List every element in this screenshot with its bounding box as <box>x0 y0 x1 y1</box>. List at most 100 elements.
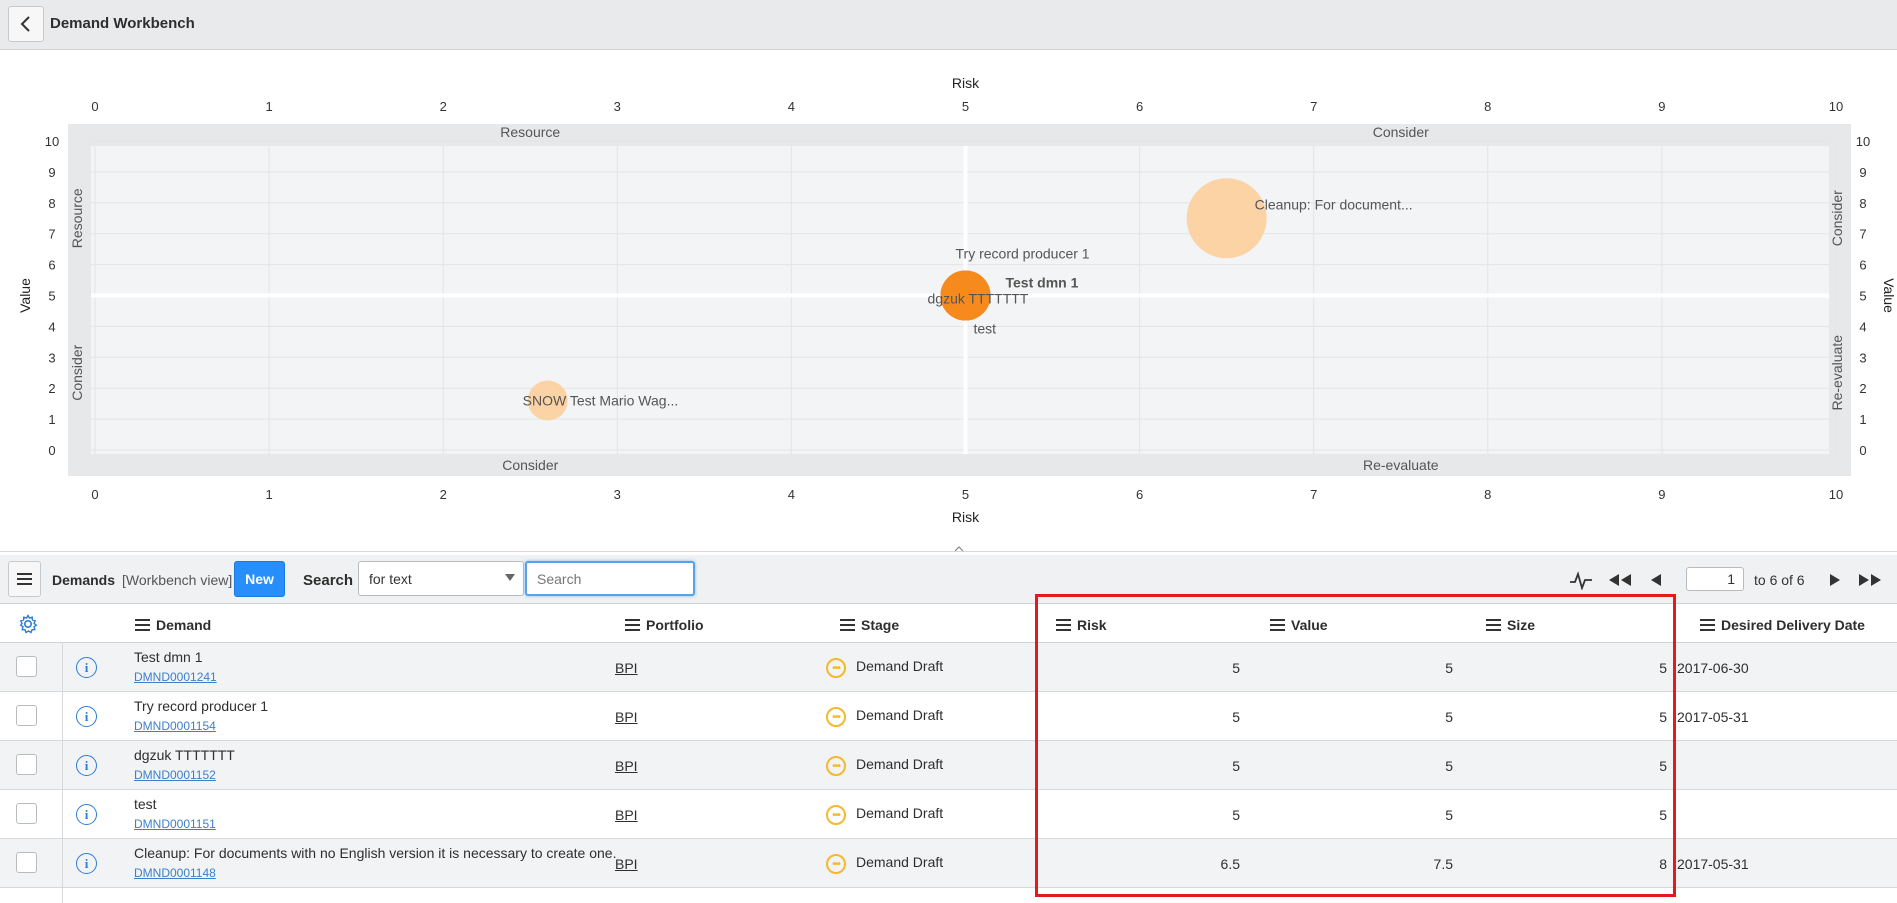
x-tick-label-top: 6 <box>1136 99 1143 114</box>
stage-pending-icon: ••• <box>826 805 846 825</box>
bubble <box>1186 178 1267 259</box>
stage-pending-icon: ••• <box>826 756 846 776</box>
info-icon[interactable]: i <box>76 804 97 825</box>
size-cell: 5 <box>1659 660 1667 676</box>
column-desired-delivery-date[interactable]: Desired Delivery Date <box>1700 617 1865 633</box>
x-tick-label-top: 0 <box>91 99 98 114</box>
y-tick-label-right: 4 <box>1859 319 1866 334</box>
column-menu-icon[interactable] <box>1700 619 1715 631</box>
page-number-input[interactable] <box>1686 567 1744 591</box>
info-icon[interactable]: i <box>76 853 97 874</box>
demand-number-link[interactable]: DMND0001154 <box>134 719 216 733</box>
previous-page-icon[interactable] <box>1648 570 1664 590</box>
info-icon[interactable]: i <box>76 657 97 678</box>
splitter-handle-icon[interactable] <box>954 545 964 552</box>
value-cell: 5 <box>1445 807 1453 823</box>
bubble-label: SNOW Test Mario Wag... <box>523 393 679 409</box>
y-axis-title-right: Value <box>1881 278 1897 313</box>
activity-stream-icon[interactable] <box>1568 570 1594 590</box>
size-cell: 5 <box>1659 709 1667 725</box>
bubble-label: Test dmn 1 <box>1006 275 1079 291</box>
last-page-icon[interactable] <box>1857 570 1883 590</box>
y-tick-label-right: 3 <box>1859 350 1866 365</box>
quadrant-label-bottom-right: Re-evaluate <box>1363 457 1439 473</box>
y-axis-title-left: Value <box>17 278 33 313</box>
column-size[interactable]: Size <box>1486 617 1535 633</box>
row-divider <box>62 643 63 903</box>
stage-text: Demand Draft <box>856 805 944 821</box>
column-menu-icon[interactable] <box>1486 619 1501 631</box>
next-page-icon[interactable] <box>1827 570 1843 590</box>
quadrant-label-bottom-left: Consider <box>502 457 558 473</box>
demand-name: Try record producer 1 <box>134 698 269 714</box>
table-row[interactable]: i Cleanup: For documents with no English… <box>0 839 1897 888</box>
y-tick-label-right: 8 <box>1859 196 1866 211</box>
portfolio-link[interactable]: BPI <box>615 856 638 872</box>
y-tick-label-left: 5 <box>48 289 55 304</box>
stage-text: Demand Draft <box>856 658 944 674</box>
value-cell: 5 <box>1445 758 1453 774</box>
portfolio-link[interactable]: BPI <box>615 807 638 823</box>
x-tick-label-top: 7 <box>1310 99 1317 114</box>
x-tick-label-top: 2 <box>440 99 447 114</box>
bubble-label: Cleanup: For document... <box>1255 196 1413 212</box>
table-row[interactable]: i dgzuk TTTTTTT DMND0001152 BPI ••• Dema… <box>0 741 1897 790</box>
column-risk[interactable]: Risk <box>1056 617 1107 633</box>
quadrant-label-top-left: Resource <box>500 124 560 140</box>
x-axis-title-bottom: Risk <box>952 509 980 525</box>
list-settings-button[interactable] <box>18 614 38 634</box>
column-menu-icon[interactable] <box>135 619 150 631</box>
row-checkbox[interactable] <box>16 656 37 677</box>
y-tick-label-left: 2 <box>48 381 55 396</box>
x-tick-label-top: 8 <box>1484 99 1491 114</box>
value-cell: 5 <box>1445 709 1453 725</box>
table-row[interactable]: i test DMND0001151 BPI ••• Demand Draft … <box>0 790 1897 839</box>
column-demand[interactable]: Demand <box>135 617 211 633</box>
column-portfolio[interactable]: Portfolio <box>625 617 704 633</box>
risk-cell: 5 <box>1232 660 1240 676</box>
column-value[interactable]: Value <box>1270 617 1328 633</box>
y-tick-label-right: 6 <box>1859 258 1866 273</box>
column-menu-icon[interactable] <box>1056 619 1071 631</box>
risk-cell: 6.5 <box>1220 856 1240 872</box>
stage-text: Demand Draft <box>856 707 944 723</box>
table-row[interactable]: i Try record producer 1 DMND0001154 BPI … <box>0 692 1897 741</box>
bubble-chart: 0 0 1 1 2 2 3 3 4 4 5 5 6 6 7 7 8 8 9 9 10 10 0 0 1 1 2 2 3 3 4 4 5 5 6 6 7 7… <box>17 75 1897 525</box>
row-checkbox[interactable] <box>16 803 37 824</box>
row-checkbox[interactable] <box>16 754 37 775</box>
portfolio-link[interactable]: BPI <box>615 709 638 725</box>
back-button[interactable] <box>8 6 44 42</box>
first-page-icon[interactable] <box>1607 570 1633 590</box>
column-menu-icon[interactable] <box>840 619 855 631</box>
row-checkbox[interactable] <box>16 852 37 873</box>
date-cell: 2017-06-30 <box>1677 660 1749 676</box>
x-tick-label-bottom: 2 <box>440 487 447 502</box>
portfolio-link[interactable]: BPI <box>615 758 638 774</box>
table-row[interactable]: i Test dmn 1 DMND0001241 BPI ••• Demand … <box>0 643 1897 692</box>
info-icon[interactable]: i <box>76 706 97 727</box>
demand-number-link[interactable]: DMND0001148 <box>134 866 216 880</box>
column-stage[interactable]: Stage <box>840 617 899 633</box>
column-menu-icon[interactable] <box>1270 619 1285 631</box>
column-menu-icon[interactable] <box>625 619 640 631</box>
quadrant-label-left-top: Resource <box>69 188 85 248</box>
risk-cell: 5 <box>1232 807 1240 823</box>
y-tick-label-right: 5 <box>1859 289 1866 304</box>
y-tick-label-left: 0 <box>48 443 55 458</box>
x-tick-label-bottom: 8 <box>1484 487 1491 502</box>
portfolio-link[interactable]: BPI <box>615 660 638 676</box>
x-tick-label-bottom: 0 <box>91 487 98 502</box>
stage-pending-icon: ••• <box>826 854 846 874</box>
x-axis-title-top: Risk <box>952 75 980 91</box>
info-icon[interactable]: i <box>76 755 97 776</box>
x-tick-label-top: 1 <box>265 99 272 114</box>
x-tick-label-bottom: 3 <box>614 487 621 502</box>
quadrant-label-top-right: Consider <box>1373 124 1429 140</box>
size-cell: 5 <box>1659 807 1667 823</box>
demand-number-link[interactable]: DMND0001152 <box>134 768 216 782</box>
demand-number-link[interactable]: DMND0001241 <box>134 670 217 684</box>
value-cell: 5 <box>1445 660 1453 676</box>
row-checkbox[interactable] <box>16 705 37 726</box>
y-tick-label-left: 6 <box>48 258 55 273</box>
demand-number-link[interactable]: DMND0001151 <box>134 817 216 831</box>
